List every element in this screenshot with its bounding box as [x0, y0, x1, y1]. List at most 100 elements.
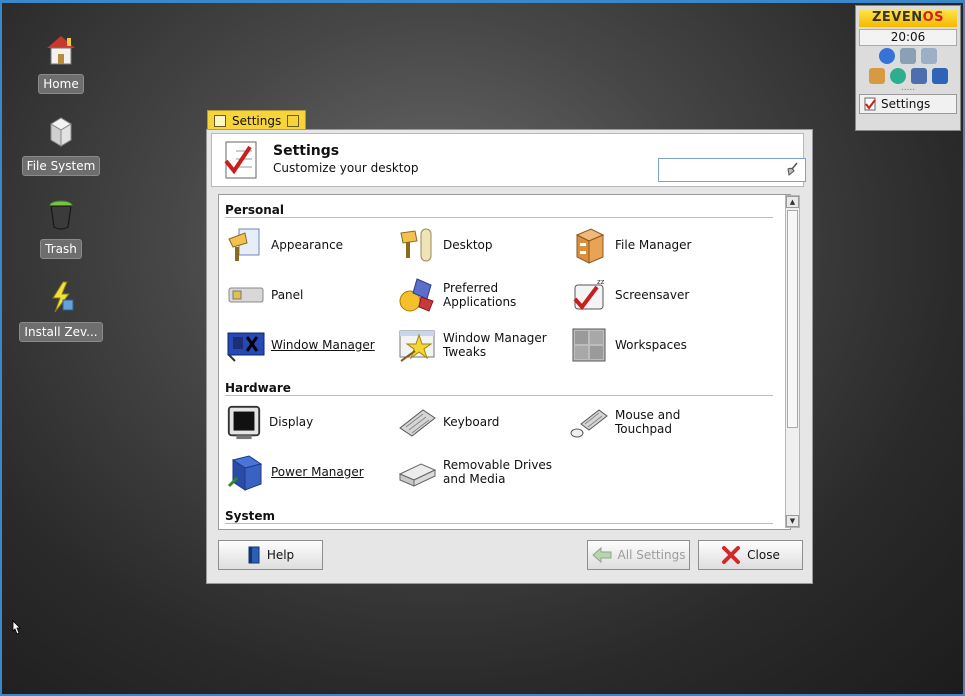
hard-drive-icon: [41, 112, 81, 152]
settings-item-label: Removable Drives and Media: [443, 458, 553, 486]
chip-icon[interactable]: [910, 68, 927, 84]
all-settings-label: All Settings: [617, 548, 686, 562]
workspaces-icon: [569, 325, 609, 365]
section-separator: [225, 523, 773, 524]
settings-item-workspaces[interactable]: Workspaces: [569, 325, 687, 365]
devices-icon[interactable]: [921, 48, 937, 64]
settings-item-appearance[interactable]: Appearance: [225, 225, 343, 265]
help-button-label: Help: [266, 548, 295, 562]
settings-item-window-manager[interactable]: Window Manager: [225, 325, 375, 365]
section-separator: [225, 217, 773, 218]
desktop-icon: [397, 225, 437, 265]
power-manager-icon: [225, 452, 265, 492]
settings-item-panel[interactable]: Panel: [225, 275, 303, 315]
window-manager-icon: [225, 325, 265, 365]
settings-item-label: Power Manager: [271, 465, 364, 479]
settings-item-label: Appearance: [271, 238, 344, 252]
settings-item-keyboard[interactable]: Keyboard: [397, 402, 499, 442]
appearance-icon: [225, 225, 265, 265]
settings-item-preferred-applications[interactable]: Preferred Applications: [397, 275, 516, 315]
network-icon[interactable]: [900, 48, 916, 64]
display-icon: [225, 402, 263, 442]
desktop-icon-install[interactable]: Install Zev...: [16, 278, 106, 342]
settings-item-window-manager-tweaks[interactable]: Window Manager Tweaks: [397, 325, 547, 365]
window-title: Settings: [232, 114, 282, 128]
desktop-icon-label: Install Zev...: [19, 322, 103, 342]
close-button[interactable]: Close: [698, 540, 803, 570]
brand-prefix: ZEVEN: [871, 10, 923, 25]
keyboard-icon: [397, 402, 437, 442]
settings-item-mouse-touchpad[interactable]: Mouse and Touchpad: [569, 402, 680, 442]
settings-item-screensaver[interactable]: zz Screensaver: [569, 275, 689, 315]
taskbar-item-settings[interactable]: Settings: [859, 94, 957, 114]
settings-item-label: Screensaver: [615, 288, 690, 302]
section-title-system: System: [225, 509, 275, 523]
settings-item-desktop[interactable]: Desktop: [397, 225, 493, 265]
scroll-up-button[interactable]: ▲: [786, 196, 799, 208]
desktop-icon-label: Trash: [40, 239, 82, 259]
file-cabinet-icon: [569, 225, 609, 265]
close-button-label: Close: [747, 548, 780, 562]
settings-item-label: Desktop: [443, 238, 493, 252]
window-header: Settings Customize your desktop: [211, 133, 806, 187]
settings-item-removable-drives[interactable]: Removable Drives and Media: [397, 452, 552, 492]
mail-icon[interactable]: [931, 68, 948, 84]
removable-drive-icon: [397, 452, 437, 492]
settings-item-label: Preferred Applications: [443, 281, 517, 309]
settings-item-label: File Manager: [615, 238, 692, 252]
header-title: Settings: [273, 143, 340, 159]
settings-item-label: Keyboard: [443, 415, 500, 429]
settings-list: Personal Appearance Desktop File Manager…: [218, 194, 791, 530]
desktop-icon-trash[interactable]: Trash: [16, 195, 106, 259]
clear-search-icon[interactable]: [785, 162, 799, 176]
preferred-applications-icon: [397, 275, 437, 315]
scroll-down-button[interactable]: ▼: [786, 515, 799, 527]
vertical-scrollbar[interactable]: ▲ ▼: [785, 195, 800, 528]
pointer-cursor-icon: [12, 620, 21, 635]
desktop-icon-label: File System: [21, 156, 101, 176]
brand-logo: ZEVENOS: [859, 9, 957, 27]
desktop-icon-label: Home: [38, 74, 84, 94]
desktop-icon-home[interactable]: Home: [16, 30, 106, 94]
help-book-icon: [248, 546, 260, 564]
settings-window: Settings Customize your desktop Personal…: [206, 129, 813, 584]
maximize-icon[interactable]: [287, 115, 300, 127]
section-title-personal: Personal: [225, 203, 284, 217]
close-icon: [722, 546, 741, 564]
settings-item-label: Workspaces: [615, 338, 687, 352]
settings-item-file-manager[interactable]: File Manager: [569, 225, 692, 265]
section-separator: [225, 395, 773, 396]
home-icon: [41, 30, 81, 70]
panel-handle[interactable]: .....: [856, 84, 960, 93]
section-title-hardware: Hardware: [225, 381, 291, 395]
settings-item-power-manager[interactable]: Power Manager: [225, 452, 364, 492]
search-field[interactable]: [658, 158, 806, 182]
top-right-panel: ZEVENOS 20:06 ..... Settings: [855, 5, 961, 131]
settings-item-label: Window Manager: [271, 338, 375, 352]
scroll-thumb[interactable]: [787, 210, 798, 428]
clock[interactable]: 20:06: [859, 29, 957, 46]
settings-item-label: Panel: [271, 288, 304, 302]
browser-icon[interactable]: [889, 68, 906, 84]
desktop-icon-file-system[interactable]: File System: [16, 112, 106, 176]
settings-item-label: Window Manager Tweaks: [443, 331, 547, 359]
window-manager-tweaks-icon: [397, 325, 437, 365]
system-tray-row-1: [856, 48, 960, 64]
bluetooth-icon[interactable]: [879, 48, 895, 64]
settings-icon: [864, 97, 876, 111]
package-icon[interactable]: [868, 68, 885, 84]
install-icon: [41, 278, 81, 318]
taskbar-item-label: Settings: [881, 97, 931, 111]
search-input[interactable]: [662, 160, 786, 180]
mouse-icon: [569, 402, 609, 442]
trash-icon: [41, 195, 81, 235]
screensaver-icon: zz: [569, 275, 609, 315]
header-subtitle: Customize your desktop: [273, 161, 419, 175]
settings-item-label: Display: [269, 415, 314, 429]
help-button[interactable]: Help: [218, 540, 323, 570]
window-menu-icon[interactable]: [214, 115, 226, 127]
settings-item-label: Mouse and Touchpad: [615, 408, 681, 436]
panel-icon: [225, 275, 265, 315]
settings-item-display[interactable]: Display: [225, 402, 313, 442]
all-settings-button[interactable]: All Settings: [587, 540, 690, 570]
